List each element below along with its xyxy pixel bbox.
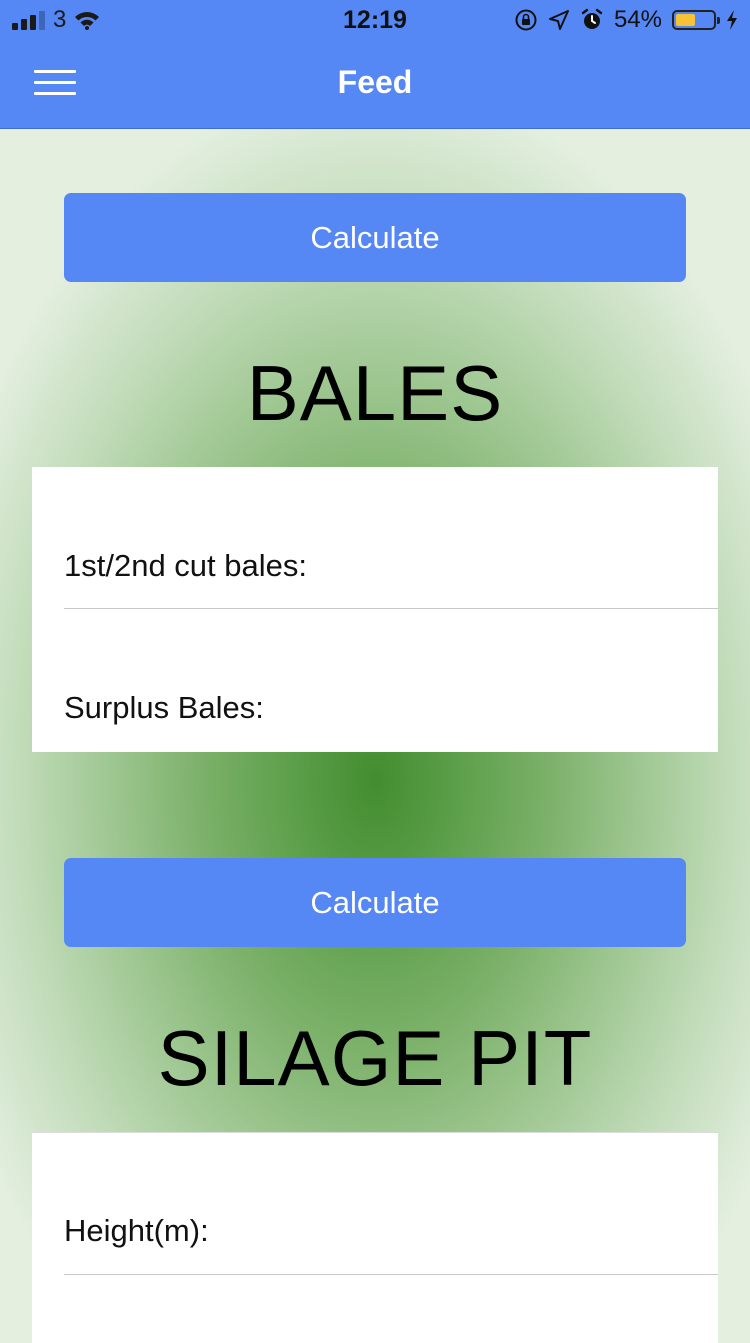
charging-icon <box>727 10 737 30</box>
battery-icon <box>672 10 720 30</box>
nav-bar: Feed <box>0 40 750 128</box>
height-underline <box>64 1274 718 1275</box>
surplus-bales-label: Surplus Bales: <box>64 690 264 725</box>
silage-calculate-button[interactable]: Calculate <box>64 858 686 947</box>
bales-section-title: BALES <box>246 349 504 437</box>
alarm-icon <box>581 8 603 29</box>
orientation-lock-icon <box>515 9 537 31</box>
cut-bales-label: 1st/2nd cut bales: <box>64 548 307 583</box>
bales-calculate-button[interactable]: Calculate <box>64 193 686 282</box>
app-header: 3 12:19 54% Feed <box>0 0 750 129</box>
silage-pit-section-title: SILAGE PIT <box>157 1014 593 1102</box>
battery-percent: 54% <box>613 6 662 33</box>
battery-level <box>676 14 695 26</box>
height-field[interactable]: Height(m): <box>64 1133 718 1275</box>
bales-fields-card: 1st/2nd cut bales: Surplus Bales: <box>32 467 718 752</box>
cut-bales-field[interactable]: 1st/2nd cut bales: <box>64 467 718 609</box>
status-bar-right: 54% <box>514 6 738 34</box>
height-label: Height(m): <box>64 1213 209 1248</box>
location-icon <box>548 10 569 30</box>
status-bar: 3 12:19 54% <box>0 0 750 40</box>
surplus-bales-field[interactable]: Surplus Bales: <box>64 609 718 752</box>
silage-pit-fields-card: Height(m): <box>32 1132 718 1343</box>
page-title: Feed <box>337 64 413 100</box>
